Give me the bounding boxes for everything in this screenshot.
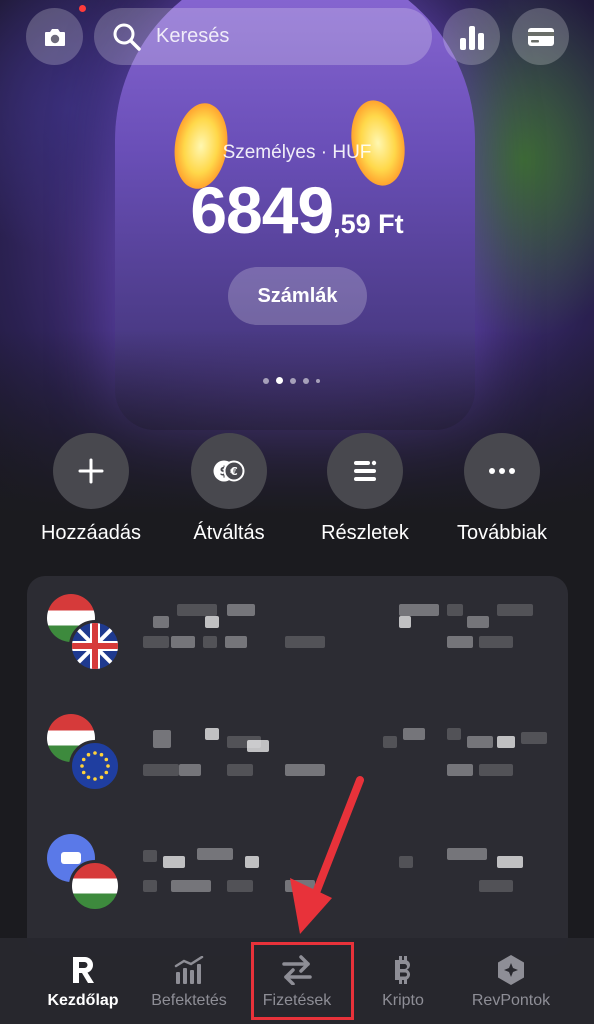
bar-chart-icon — [459, 25, 484, 50]
plus-icon — [78, 458, 104, 484]
analytics-button[interactable] — [443, 8, 500, 65]
camera-icon — [44, 28, 65, 46]
invest-chart-icon — [173, 954, 205, 986]
currency-flags — [47, 714, 127, 794]
page-indicator[interactable] — [263, 377, 320, 384]
exchange-action[interactable]: $ € Átváltás — [159, 433, 299, 545]
nav-invest[interactable]: Befektetés — [133, 938, 245, 1024]
page-dot[interactable] — [263, 377, 269, 384]
balance-integer: 6849 — [190, 173, 334, 247]
page-dot-active[interactable] — [276, 377, 283, 384]
page-dot[interactable] — [290, 377, 296, 384]
more-action[interactable]: Továbbiak — [432, 433, 572, 545]
nav-crypto-label: Kripto — [382, 992, 424, 1009]
cards-button[interactable] — [512, 8, 569, 65]
page-dot[interactable] — [303, 377, 309, 384]
nav-home-label: Kezdőlap — [47, 992, 119, 1009]
balance: 6849,59 Ft — [0, 172, 594, 248]
currency-flags — [47, 594, 127, 674]
balance-fraction: ,59 Ft — [333, 209, 404, 239]
credit-card-icon — [527, 27, 554, 46]
exchange-button[interactable]: $ € — [191, 433, 267, 509]
details-action[interactable]: Részletek — [295, 433, 435, 545]
payments-highlight-box — [251, 942, 354, 1020]
account-row-gbp[interactable] — [27, 594, 568, 694]
add-money-label: Hozzáadás — [40, 522, 142, 544]
search-icon — [113, 23, 141, 51]
exchange-label: Átváltás — [193, 522, 265, 544]
hungary-flag-icon — [69, 860, 121, 912]
exchange-icon: $ € — [213, 460, 245, 482]
details-label: Részletek — [321, 522, 409, 544]
currency-flags — [47, 834, 127, 914]
nav-invest-label: Befektetés — [151, 992, 227, 1009]
search-bar[interactable]: Keresés — [94, 8, 432, 65]
nav-revpoints-label: RevPontok — [471, 992, 551, 1009]
add-money-action[interactable]: Hozzáadás — [21, 433, 161, 545]
nav-home[interactable]: Kezdőlap — [27, 938, 139, 1024]
account-row-eur[interactable] — [27, 714, 568, 814]
revpoints-icon — [496, 954, 526, 986]
accounts-button[interactable]: Számlák — [228, 267, 367, 325]
search-input[interactable]: Keresés — [156, 25, 229, 48]
more-icon — [489, 468, 515, 474]
notification-dot — [79, 5, 86, 12]
account-row-other[interactable] — [27, 834, 568, 934]
more-label: Továbbiak — [456, 522, 548, 544]
nav-crypto[interactable]: Kripto — [347, 938, 459, 1024]
account-label: Személyes · HUF — [222, 142, 372, 163]
uk-flag-icon — [69, 620, 121, 672]
revolut-logo-icon — [70, 954, 96, 986]
page-dot[interactable] — [316, 378, 320, 383]
details-icon — [354, 460, 377, 481]
add-money-button[interactable] — [53, 433, 129, 509]
svg-text:€: € — [229, 465, 238, 478]
eu-flag-icon — [69, 740, 121, 792]
more-button[interactable] — [464, 433, 540, 509]
bitcoin-icon — [391, 954, 415, 986]
accounts-card — [27, 576, 568, 956]
details-button[interactable] — [327, 433, 403, 509]
nav-revpoints[interactable]: RevPontok — [455, 938, 567, 1024]
camera-button[interactable] — [26, 8, 83, 65]
